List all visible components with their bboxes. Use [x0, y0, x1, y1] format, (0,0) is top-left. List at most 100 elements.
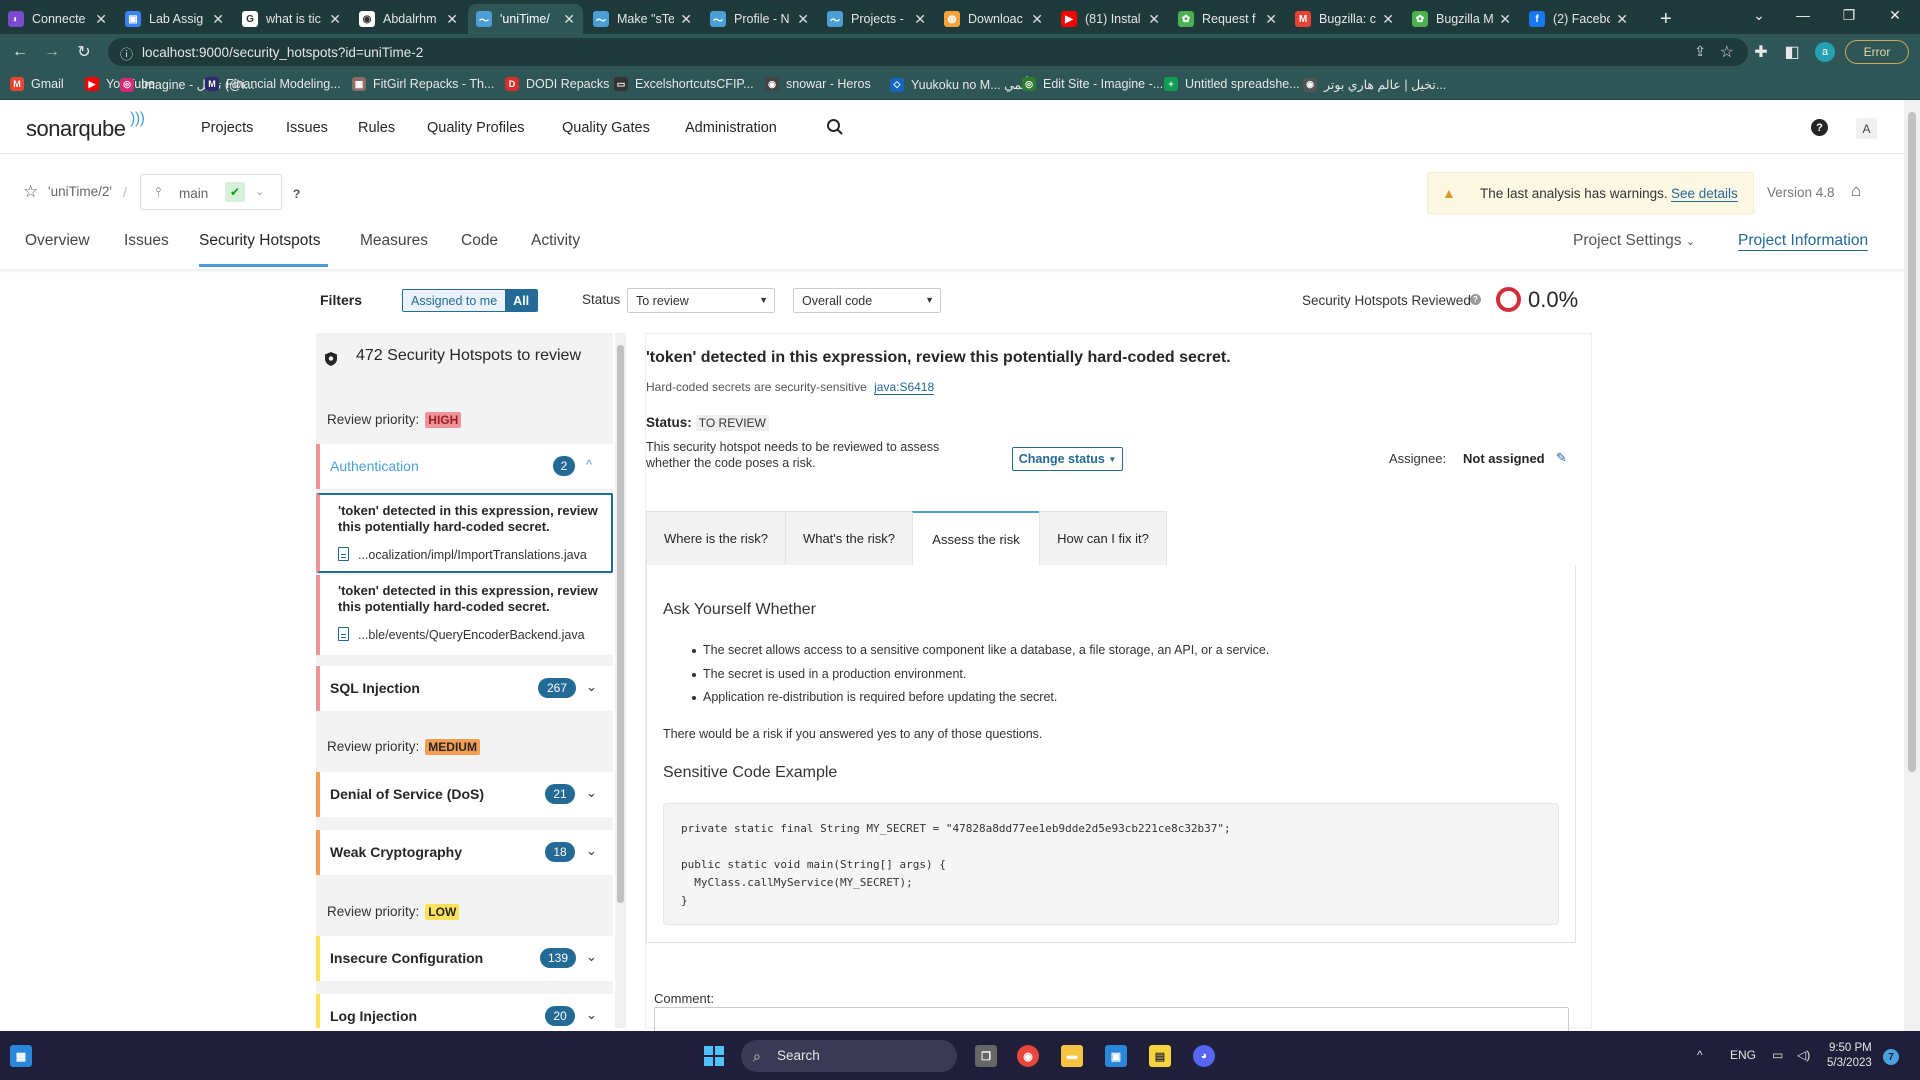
- scope-select[interactable]: Overall code ▼: [793, 288, 941, 313]
- close-tab-icon[interactable]: ✕: [1499, 11, 1511, 28]
- home-icon[interactable]: ⌂: [1851, 181, 1861, 201]
- address-bar[interactable]: ⓘ localhost:9000/security_hotspots?id=un…: [108, 38, 1748, 66]
- back-icon[interactable]: ←: [10, 42, 30, 62]
- tab-assess-the-risk[interactable]: Assess the risk: [912, 511, 1040, 566]
- bookmark-item[interactable]: M Gmail: [10, 77, 64, 91]
- close-tab-icon[interactable]: ✕: [797, 11, 809, 28]
- close-tab-icon[interactable]: ✕: [680, 11, 692, 28]
- nav-quality-profiles[interactable]: Quality Profiles: [427, 120, 525, 136]
- bookmark-item[interactable]: ▭ ExcelshortcutsCFIP...: [614, 77, 754, 91]
- close-tab-icon[interactable]: ✕: [446, 11, 458, 28]
- close-tab-icon[interactable]: ✕: [329, 11, 341, 28]
- bookmark-item[interactable]: ◎ Edit Site - Imagine -...: [1022, 77, 1163, 91]
- close-tab-icon[interactable]: ✕: [95, 11, 107, 28]
- help-icon[interactable]: ?: [1470, 294, 1481, 305]
- category-weak-cryptography[interactable]: Weak Cryptography 18 ⌄: [316, 830, 613, 875]
- store-icon[interactable]: ▣: [1105, 1045, 1127, 1067]
- close-tab-icon[interactable]: ✕: [1382, 11, 1394, 28]
- category-sql-injection[interactable]: SQL Injection 267 ⌄: [316, 666, 613, 711]
- change-status-button[interactable]: Change status ▼: [1012, 447, 1123, 471]
- favorite-star-icon[interactable]: ☆: [23, 182, 38, 202]
- all-button[interactable]: All: [505, 290, 538, 311]
- restore-icon[interactable]: ❐: [1826, 0, 1872, 30]
- nav-administration[interactable]: Administration: [685, 120, 777, 136]
- reload-icon[interactable]: ↻: [74, 42, 94, 62]
- close-tab-icon[interactable]: ✕: [563, 11, 575, 28]
- browser-tab[interactable]: ◍ Downloac ✕: [936, 4, 1051, 34]
- category-insecure-configuration[interactable]: Insecure Configuration 139 ⌄: [316, 936, 613, 981]
- branch-selector[interactable]: ⫯ main ✔ ⌄: [140, 174, 282, 210]
- tab-where-is-the-risk[interactable]: Where is the risk?: [646, 511, 786, 566]
- browser-tab[interactable]: ▣ Lab Assig ✕: [117, 4, 232, 34]
- browser-tab[interactable]: M Bugzilla: c ✕: [1287, 4, 1402, 34]
- category-authentication[interactable]: Authentication 2 ^: [316, 444, 613, 489]
- sonarqube-logo[interactable]: sonarqube))): [26, 110, 145, 142]
- tab-issues[interactable]: Issues: [124, 232, 169, 250]
- page-scrollbar-thumb[interactable]: [1908, 112, 1916, 772]
- bookmark-item[interactable]: ◇ Yuukoku no M... أنمي: [890, 77, 1029, 92]
- widgets-icon[interactable]: ▦: [10, 1045, 32, 1067]
- hotspot-item[interactable]: 'token' detected in this expression, rev…: [316, 493, 613, 573]
- tray-overflow-icon[interactable]: ^: [1697, 1048, 1703, 1062]
- new-tab-button[interactable]: +: [1660, 4, 1680, 34]
- close-window-icon[interactable]: ✕: [1872, 0, 1918, 30]
- project-settings-menu[interactable]: Project Settings ⌄: [1573, 232, 1695, 250]
- network-icon[interactable]: ▭: [1772, 1048, 1783, 1062]
- nav-rules[interactable]: Rules: [358, 120, 395, 136]
- tab-overview[interactable]: Overview: [25, 232, 90, 250]
- close-tab-icon[interactable]: ✕: [1616, 11, 1628, 28]
- browser-tab[interactable]: 〜 'uniTime/ ✕: [468, 4, 583, 34]
- bookmark-item[interactable]: + Untitled spreadshe...: [1164, 77, 1300, 91]
- extensions-icon[interactable]: ✚: [1751, 42, 1771, 62]
- project-information-link[interactable]: Project Information: [1738, 232, 1869, 251]
- tab-security-hotspots[interactable]: Security Hotspots: [199, 232, 320, 250]
- see-details-link[interactable]: See details: [1671, 186, 1738, 202]
- bookmark-item[interactable]: ◉ snowar - Heros: [765, 77, 871, 91]
- sticky-notes-icon[interactable]: ▤: [1149, 1045, 1171, 1067]
- edit-assignee-icon[interactable]: ✎: [1556, 450, 1567, 466]
- browser-tab[interactable]: ◐ Connecte ✕: [0, 4, 115, 34]
- tab-code[interactable]: Code: [461, 232, 498, 250]
- browser-tab[interactable]: ◉ Abdalrhm ✕: [351, 4, 466, 34]
- browser-tab[interactable]: 〜 Profile - N ✕: [702, 4, 817, 34]
- browser-tab[interactable]: 〜 Make "sTe ✕: [585, 4, 700, 34]
- help-icon[interactable]: ?: [1811, 119, 1828, 136]
- assigned-to-me-button[interactable]: Assigned to me: [403, 290, 506, 311]
- nav-issues[interactable]: Issues: [286, 120, 328, 136]
- comment-input[interactable]: [654, 1007, 1569, 1031]
- discord-icon[interactable]: ◕: [1193, 1045, 1215, 1067]
- category-log-injection[interactable]: Log Injection 20 ⌄: [316, 994, 613, 1028]
- share-icon[interactable]: ⇪: [1694, 43, 1706, 60]
- browser-tab[interactable]: Gwhat is tic ✕: [234, 4, 349, 34]
- side-panel-icon[interactable]: ◧: [1782, 42, 1802, 62]
- chrome-icon[interactable]: ◉: [1017, 1045, 1039, 1067]
- bookmark-item[interactable]: D DODI Repacks: [505, 77, 609, 91]
- volume-icon[interactable]: ◁): [1797, 1048, 1810, 1062]
- tab-activity[interactable]: Activity: [531, 232, 580, 250]
- tab-whats-the-risk[interactable]: What's the risk?: [785, 511, 913, 566]
- close-tab-icon[interactable]: ✕: [1148, 11, 1160, 28]
- task-view-icon[interactable]: ❐: [975, 1045, 997, 1067]
- bookmark-item[interactable]: ▦ FitGirl Repacks - Th...: [352, 77, 494, 91]
- windows-start-icon[interactable]: [703, 1045, 725, 1067]
- list-scrollbar-thumb[interactable]: [617, 345, 624, 903]
- file-explorer-icon[interactable]: ▬: [1061, 1045, 1083, 1067]
- browser-tab[interactable]: 〜 Projects - ✕: [819, 4, 934, 34]
- profile-avatar[interactable]: a: [1815, 42, 1835, 62]
- tab-measures[interactable]: Measures: [360, 232, 428, 250]
- system-clock[interactable]: 9:50 PM 5/3/2023: [1827, 1041, 1872, 1071]
- site-info-icon[interactable]: ⓘ: [120, 44, 133, 63]
- close-tab-icon[interactable]: ✕: [914, 11, 926, 28]
- close-tab-icon[interactable]: ✕: [212, 11, 224, 28]
- tab-search-icon[interactable]: ⌄: [1736, 0, 1782, 30]
- rule-link[interactable]: java:S6418: [874, 380, 935, 395]
- search-icon[interactable]: [826, 118, 844, 136]
- close-tab-icon[interactable]: ✕: [1031, 11, 1043, 28]
- category-dos[interactable]: Denial of Service (DoS) 21 ⌄: [316, 772, 613, 817]
- close-tab-icon[interactable]: ✕: [1265, 11, 1277, 28]
- browser-tab[interactable]: ▶ (81) Instal ✕: [1053, 4, 1168, 34]
- bookmark-item[interactable]: ◉ تخيل | عالم هاري بوتر...: [1303, 77, 1446, 92]
- browser-tab[interactable]: ✿ Bugzilla M ✕: [1404, 4, 1519, 34]
- url-text[interactable]: localhost:9000/security_hotspots?id=uniT…: [142, 45, 423, 60]
- user-avatar[interactable]: A: [1856, 118, 1877, 139]
